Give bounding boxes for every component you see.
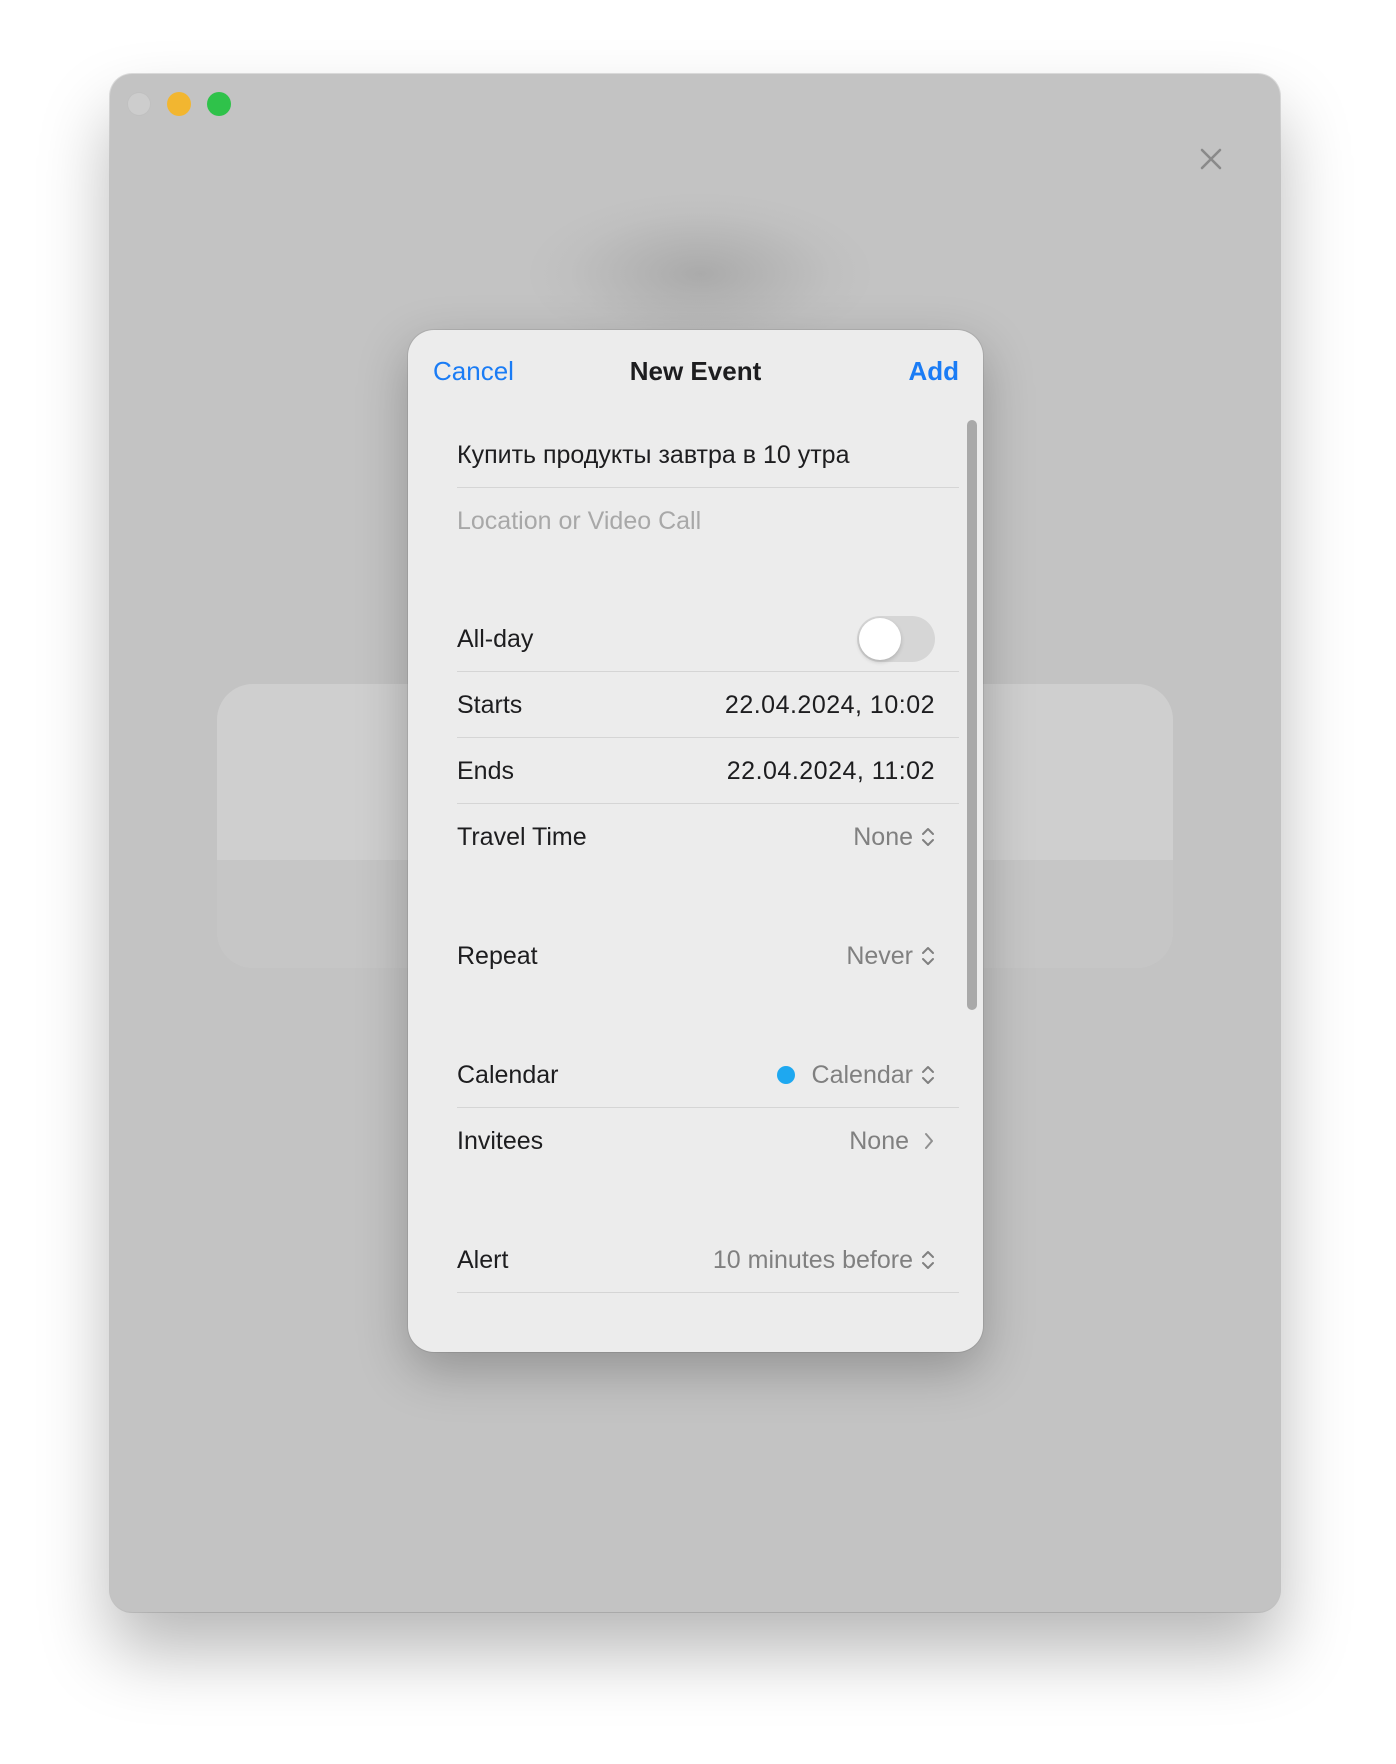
starts-value[interactable]: 22.04.2024, 10:02 <box>725 691 935 720</box>
chevron-up-down-icon <box>922 1251 934 1269</box>
alert-value: 10 minutes before <box>712 1245 913 1274</box>
event-title-row <box>457 422 959 488</box>
invitees-row[interactable]: Invitees None <box>457 1108 959 1174</box>
calendar-value: Calendar <box>811 1060 913 1089</box>
chevron-up-down-icon <box>922 947 934 965</box>
repeat-select[interactable]: Never <box>846 942 935 971</box>
invitees-link[interactable]: None <box>849 1127 935 1156</box>
chevron-up-down-icon <box>922 828 934 846</box>
repeat-label: Repeat <box>457 941 538 970</box>
allday-label: All-day <box>457 624 534 653</box>
travel-time-value: None <box>853 822 913 851</box>
calendar-color-dot <box>776 1066 795 1084</box>
calendar-row[interactable]: Calendar Calendar <box>457 1042 959 1108</box>
travel-time-row[interactable]: Travel Time None <box>457 804 959 870</box>
event-title-input[interactable] <box>457 440 937 470</box>
location-input[interactable] <box>457 506 937 536</box>
toggle-knob <box>859 618 901 660</box>
invitees-label: Invitees <box>457 1126 544 1155</box>
ends-value[interactable]: 22.04.2024, 11:02 <box>727 757 935 786</box>
calendar-label: Calendar <box>457 1060 559 1089</box>
event-form: All-day Starts 22.04.2024, 10:02 Ends 22… <box>457 330 959 1352</box>
window-close-button[interactable] <box>127 92 151 116</box>
repeat-value: Never <box>846 941 913 970</box>
ends-row[interactable]: Ends 22.04.2024, 11:02 <box>457 738 959 804</box>
location-row <box>457 488 959 554</box>
calendar-select[interactable]: Calendar <box>776 1060 935 1090</box>
alert-label: Alert <box>457 1245 509 1274</box>
ends-label: Ends <box>457 756 514 785</box>
travel-time-label: Travel Time <box>457 822 587 851</box>
new-event-sheet: Cancel New Event Add All-day Starts 22.0… <box>408 330 983 1352</box>
allday-row: All-day <box>457 606 959 672</box>
travel-time-select[interactable]: None <box>853 823 935 852</box>
window-zoom-button[interactable] <box>207 92 231 116</box>
chevron-up-down-icon <box>922 1066 934 1084</box>
invitees-value: None <box>849 1126 909 1155</box>
alert-row[interactable]: Alert 10 minutes before <box>457 1227 959 1293</box>
scrollbar[interactable] <box>967 420 977 1010</box>
starts-row[interactable]: Starts 22.04.2024, 10:02 <box>457 672 959 738</box>
repeat-row[interactable]: Repeat Never <box>457 923 959 989</box>
alert-select[interactable]: 10 minutes before <box>713 1246 935 1275</box>
window-minimize-button[interactable] <box>167 92 191 116</box>
allday-toggle[interactable] <box>857 616 935 662</box>
close-icon[interactable] <box>1196 144 1226 174</box>
chevron-right-icon <box>925 1133 933 1149</box>
starts-label: Starts <box>457 690 523 719</box>
